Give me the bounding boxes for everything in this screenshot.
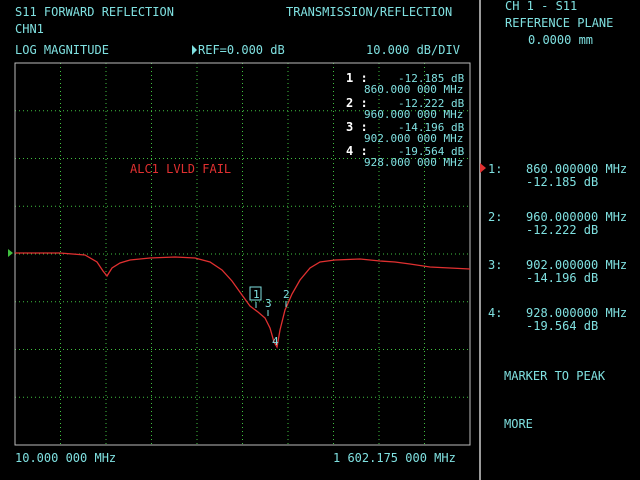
marker-entry-1[interactable]: 1: 860.000000 MHz -12.185 dB [484, 162, 640, 192]
reference-level: REF=0.000 dB [198, 43, 285, 57]
marker-value: -14.196 dB [526, 271, 599, 285]
readout-freq: 960.000 000 MHz [364, 108, 464, 121]
marker-1-label: 1 [253, 288, 260, 301]
channel-label: CHN1 [15, 22, 44, 36]
measurement-title: S11 FORWARD REFLECTION [15, 5, 174, 19]
side-channel-param: CH 1 - S11 [505, 0, 578, 13]
marker-entry-4[interactable]: 4: 928.000000 MHz -19.564 dB [484, 306, 640, 336]
scale-per-division: 10.000 dB/DIV [366, 43, 460, 57]
marker-frequency: 860.000000 MHz [526, 162, 628, 176]
mode-label: TRANSMISSION/REFLECTION [286, 5, 453, 19]
marker-number: 4: [488, 306, 503, 320]
panel-divider [479, 0, 481, 480]
marker-number: 1: [488, 162, 503, 176]
marker-number: 2: [488, 210, 503, 224]
side-reference-plane-value: 0.0000 mm [528, 33, 594, 47]
alc-status-alert: ALC1 LVLD FAIL [130, 162, 232, 176]
ref-arrow-icon [192, 45, 197, 55]
marker-2-label: 2 [283, 288, 290, 301]
marker-number: 3: [488, 258, 503, 272]
softkey-label: MORE [504, 417, 533, 431]
format-label: LOG MAGNITUDE [15, 43, 109, 57]
reference-line-marker [8, 249, 13, 257]
marker-3-label: 3 [265, 297, 272, 310]
side-reference-plane-label: REFERENCE PLANE [505, 16, 614, 30]
marker-4-label: 4 [272, 335, 279, 348]
marker-value: -19.564 dB [526, 319, 599, 333]
marker-frequency: 960.000000 MHz [526, 210, 628, 224]
stop-frequency: 1 602.175 000 MHz [333, 451, 456, 465]
marker-value: -12.185 dB [526, 175, 599, 189]
more-softkey[interactable]: MORE [484, 417, 640, 437]
marker-frequency: 902.000000 MHz [526, 258, 628, 272]
measurement-screen: 1 3 2 4 S11 FORWARD REFLECTION TRANSMISS… [0, 0, 480, 480]
softkey-label: MARKER TO PEAK [504, 369, 606, 383]
readout-freq: 902.000 000 MHz [364, 132, 464, 145]
marker-entry-3[interactable]: 3: 902.000000 MHz -14.196 dB [484, 258, 640, 288]
readout-freq: 928.000 000 MHz [364, 156, 464, 169]
readout-freq: 860.000 000 MHz [364, 83, 464, 96]
marker-value: -12.222 dB [526, 223, 599, 237]
marker-to-peak-softkey[interactable]: MARKER TO PEAK [484, 369, 640, 389]
marker-frequency: 928.000000 MHz [526, 306, 628, 320]
start-frequency: 10.000 000 MHz [15, 451, 117, 465]
marker-entry-2[interactable]: 2: 960.000000 MHz -12.222 dB [484, 210, 640, 240]
